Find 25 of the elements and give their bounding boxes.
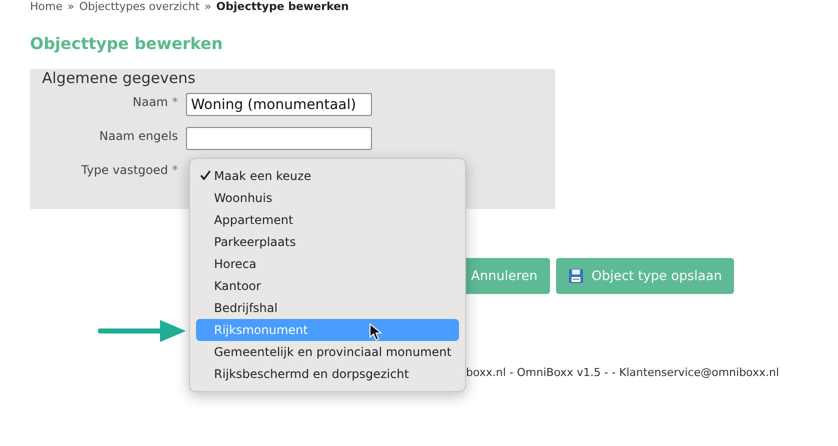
field-label: Naam [132, 95, 168, 109]
dropdown-option[interactable]: Woonhuis [196, 187, 459, 209]
dropdown-option[interactable]: Appartement [196, 209, 459, 231]
dropdown-option[interactable]: Rijksbeschermd en dorpsgezicht [196, 363, 459, 385]
breadcrumb-separator: » [67, 0, 74, 12]
breadcrumb-current: Objecttype bewerken [216, 0, 349, 12]
required-mark: * [172, 163, 178, 177]
field-label: Type vastgoed [81, 163, 168, 177]
fieldset-legend: Algemene gegevens [42, 69, 196, 87]
dropdown-option[interactable]: Maak een keuze [196, 165, 459, 187]
dropdown-option[interactable]: Horeca [196, 253, 459, 275]
dropdown-option[interactable]: Bedrijfshal [196, 297, 459, 319]
dropdown-option[interactable]: Parkeerplaats [196, 231, 459, 253]
field-label: Naam engels [99, 129, 178, 143]
breadcrumb-separator: » [204, 0, 212, 12]
page-title: Objecttype bewerken [30, 34, 224, 53]
breadcrumb-link[interactable]: Home [30, 0, 62, 12]
mouse-cursor-icon [370, 323, 382, 341]
dropdown-option[interactable]: Gemeentelijk en provinciaal monument [196, 341, 459, 363]
required-mark: * [172, 95, 178, 109]
dropdown-option[interactable]: Kantoor [196, 275, 459, 297]
breadcrumb-link[interactable]: Objecttypes overzicht [79, 0, 200, 12]
text-field[interactable] [186, 127, 372, 150]
footer-text: boxx.nl - OmniBoxx v1.5 - - Klantenservice@omniboxx.nl [466, 366, 780, 379]
text-field[interactable]: Woning (monumentaal) [186, 93, 372, 116]
